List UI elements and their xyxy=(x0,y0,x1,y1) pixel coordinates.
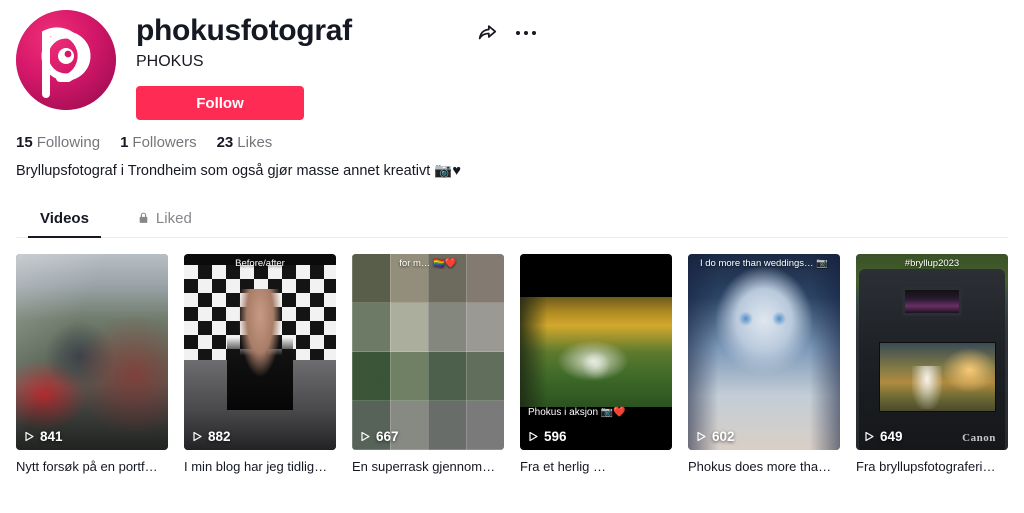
play-icon xyxy=(527,430,539,443)
view-count: 841 xyxy=(23,429,63,444)
stat-following[interactable]: 15 Following xyxy=(16,134,100,151)
video-caption[interactable]: Fra et herlig … xyxy=(520,459,672,476)
share-button[interactable] xyxy=(476,22,498,44)
stat-value: 23 xyxy=(216,134,234,152)
avatar[interactable] xyxy=(16,10,116,110)
video-thumbnail[interactable]: Before/after 882 xyxy=(184,253,336,450)
video-caption[interactable]: Phokus does more tha… xyxy=(688,459,840,476)
play-icon xyxy=(191,430,203,443)
view-count: 596 xyxy=(527,429,567,444)
play-icon xyxy=(695,430,707,443)
thumbnail-image xyxy=(184,253,336,450)
phokus-logo-icon xyxy=(16,10,116,110)
video-grid: 841 Nytt forsøk på en portf… Before/afte… xyxy=(16,253,1008,476)
video-card: I do more than weddings… 📷 602 Phokus do… xyxy=(688,253,840,476)
video-caption[interactable]: En superrask gjennom… xyxy=(352,459,504,476)
thumbnail-top-text: for m… 🏳️‍🌈❤️ xyxy=(399,257,457,269)
video-card: Phokus i aksjon 📷❤️ 596 Fra et herlig … xyxy=(520,253,672,476)
video-thumbnail[interactable]: I do more than weddings… 📷 602 xyxy=(688,253,840,450)
more-options-icon xyxy=(516,31,520,35)
profile-handle: PHOKUS xyxy=(136,52,204,70)
header-actions xyxy=(476,22,536,44)
stat-likes[interactable]: 23 Likes xyxy=(217,134,273,151)
lock-icon xyxy=(137,211,150,225)
play-icon xyxy=(863,430,875,443)
stat-label: Following xyxy=(36,134,101,152)
profile-page: phokusfotograf PHOKUS Follow 15 Following… xyxy=(0,0,1024,476)
more-options-icon xyxy=(524,31,528,35)
view-count: 667 xyxy=(359,429,399,444)
profile-header-main: phokusfotograf PHOKUS Follow xyxy=(136,10,1008,121)
more-options-icon xyxy=(532,31,536,35)
view-count-value: 602 xyxy=(712,428,735,444)
profile-header: phokusfotograf PHOKUS Follow xyxy=(16,10,1008,121)
tab-videos[interactable]: Videos xyxy=(16,202,113,238)
video-card: 841 Nytt forsøk på en portf… xyxy=(16,253,168,476)
view-count: 882 xyxy=(191,429,231,444)
play-icon xyxy=(23,430,35,443)
video-card: Canon #bryllup2023 649 Fra bryllupsfotog… xyxy=(856,253,1008,476)
page-title: phokusfotograf xyxy=(136,14,352,47)
thumbnail-image: Canon xyxy=(856,253,1008,450)
video-caption[interactable]: Fra bryllupsfotograferi… xyxy=(856,459,1008,476)
video-thumbnail[interactable]: for m… 🏳️‍🌈❤️ 667 xyxy=(352,253,504,450)
thumbnail-overlay-text: Phokus i aksjon 📷❤️ xyxy=(528,406,626,418)
thumbnail-image xyxy=(352,253,504,450)
stat-value: 15 xyxy=(16,134,33,152)
more-options-button[interactable] xyxy=(516,31,536,35)
video-thumbnail[interactable]: 841 xyxy=(16,253,168,450)
view-count-value: 596 xyxy=(544,428,567,444)
camera-brand-label: Canon xyxy=(962,431,996,444)
video-thumbnail[interactable]: Canon #bryllup2023 649 xyxy=(856,253,1008,450)
tab-label: Videos xyxy=(40,209,89,227)
video-card: Before/after 882 I min blog har jeg tidl… xyxy=(184,253,336,476)
view-count: 649 xyxy=(863,429,903,444)
view-count-value: 649 xyxy=(880,428,903,444)
thumbnail-image xyxy=(520,253,672,450)
stat-followers[interactable]: 1 Followers xyxy=(120,134,197,151)
play-icon xyxy=(359,430,371,443)
tab-label: Liked xyxy=(155,209,192,227)
video-card: for m… 🏳️‍🌈❤️ 667 En superrask gjennom… xyxy=(352,253,504,476)
share-arrow-icon xyxy=(478,25,497,40)
tab-liked[interactable]: Liked xyxy=(113,202,216,237)
view-count: 602 xyxy=(695,429,735,444)
stat-value: 1 xyxy=(120,134,129,152)
profile-bio: Bryllupsfotograf i Trondheim som også gj… xyxy=(16,163,461,180)
thumbnail-top-text: Before/after xyxy=(235,257,285,269)
thumbnail-top-text: I do more than weddings… 📷 xyxy=(699,257,828,269)
video-caption[interactable]: I min blog har jeg tidlig… xyxy=(184,459,336,476)
view-count-value: 667 xyxy=(376,428,399,444)
stat-label: Followers xyxy=(132,134,197,152)
view-count-value: 882 xyxy=(208,428,231,444)
video-caption[interactable]: Nytt forsøk på en portf… xyxy=(16,459,168,476)
thumbnail-image xyxy=(16,253,168,450)
stat-label: Likes xyxy=(237,134,273,152)
profile-tabs: Videos Liked xyxy=(16,202,1008,238)
video-thumbnail[interactable]: Phokus i aksjon 📷❤️ 596 xyxy=(520,253,672,450)
thumbnail-image xyxy=(688,253,840,450)
view-count-value: 841 xyxy=(40,428,63,444)
profile-stats: 15 Following 1 Followers 23 Likes xyxy=(16,134,1008,151)
follow-button[interactable]: Follow xyxy=(136,86,304,121)
thumbnail-top-text: #bryllup2023 xyxy=(904,257,960,269)
